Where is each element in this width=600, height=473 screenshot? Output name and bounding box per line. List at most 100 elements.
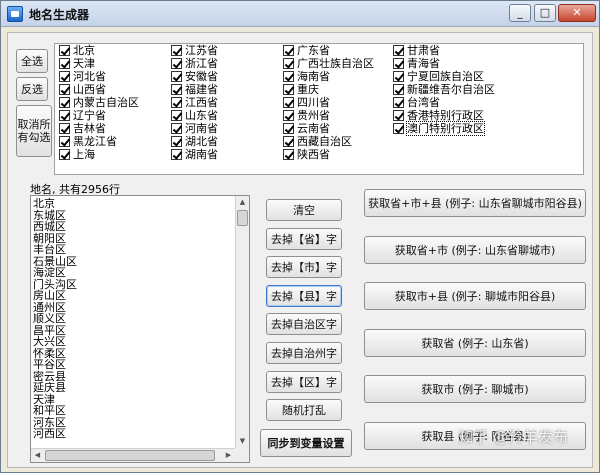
list-item[interactable]: 怀柔区 xyxy=(33,348,66,359)
shuffle-button[interactable]: 随机打乱 xyxy=(266,399,342,422)
remove-county-char-button[interactable]: 去掉【县】字 xyxy=(266,284,342,307)
checkbox-checked-icon[interactable] xyxy=(283,123,294,134)
checkbox-checked-icon[interactable] xyxy=(283,136,294,147)
checkbox-checked-icon[interactable] xyxy=(171,136,182,147)
scroll-left-icon[interactable]: ◀ xyxy=(31,449,44,462)
province-checkbox[interactable]: 澳门特别行政区 xyxy=(393,121,495,136)
province-checkbox[interactable]: 广西壮族自治区 xyxy=(283,57,374,70)
province-checkbox[interactable]: 上海 xyxy=(59,148,139,161)
clear-button[interactable]: 清空 xyxy=(266,199,342,221)
scroll-right-icon[interactable]: ▶ xyxy=(222,449,235,462)
province-checkbox[interactable]: 山西省 xyxy=(59,83,139,96)
checkbox-checked-icon[interactable] xyxy=(283,71,294,82)
province-checkbox[interactable]: 西藏自治区 xyxy=(283,135,374,148)
remove-province-char-button[interactable]: 去掉【省】字 xyxy=(266,227,342,250)
scroll-up-icon[interactable]: ▲ xyxy=(236,196,249,209)
list-item[interactable]: 东城区 xyxy=(33,210,66,221)
checkbox-checked-icon[interactable] xyxy=(283,45,294,56)
province-checkbox[interactable]: 重庆 xyxy=(283,83,374,96)
list-item[interactable]: 西城区 xyxy=(33,221,66,232)
list-item[interactable]: 密云县 xyxy=(33,371,66,382)
list-item[interactable]: 丰台区 xyxy=(33,244,66,255)
checkbox-checked-icon[interactable] xyxy=(59,123,70,134)
list-item[interactable]: 通州区 xyxy=(33,302,66,313)
get-city-button[interactable]: 获取市 (例子: 聊城市) xyxy=(364,375,586,403)
close-button[interactable]: ✕ xyxy=(558,4,596,22)
checkbox-checked-icon[interactable] xyxy=(283,110,294,121)
checkbox-checked-icon[interactable] xyxy=(171,149,182,160)
province-checkbox[interactable]: 广东省 xyxy=(283,44,374,57)
province-checkbox[interactable]: 北京 xyxy=(59,44,139,57)
province-checkbox[interactable]: 四川省 xyxy=(283,96,374,109)
clear-checks-button[interactable]: 取消所 有勾选 xyxy=(16,105,52,157)
province-checkbox[interactable]: 新疆维吾尔自治区 xyxy=(393,83,495,96)
checkbox-checked-icon[interactable] xyxy=(59,149,70,160)
list-item[interactable]: 海淀区 xyxy=(33,267,66,278)
province-checkbox[interactable]: 河南省 xyxy=(171,122,218,135)
checkbox-checked-icon[interactable] xyxy=(393,84,404,95)
checkbox-checked-icon[interactable] xyxy=(59,136,70,147)
province-checkbox[interactable]: 陕西省 xyxy=(283,148,374,161)
checkbox-checked-icon[interactable] xyxy=(59,84,70,95)
province-checkbox[interactable]: 河北省 xyxy=(59,70,139,83)
checkbox-checked-icon[interactable] xyxy=(59,97,70,108)
province-checkbox[interactable]: 青海省 xyxy=(393,57,495,70)
get-province-city-button[interactable]: 获取省+市 (例子: 山东省聊城市) xyxy=(364,235,586,264)
list-item[interactable]: 和平区 xyxy=(33,405,66,416)
maximize-button[interactable]: □ xyxy=(534,4,556,22)
get-city-county-button[interactable]: 获取市+县 (例子: 聊城市阳谷县) xyxy=(364,282,586,310)
checkbox-checked-icon[interactable] xyxy=(171,97,182,108)
list-item[interactable]: 河东区 xyxy=(33,417,66,428)
checkbox-checked-icon[interactable] xyxy=(393,110,404,121)
checkbox-checked-icon[interactable] xyxy=(171,123,182,134)
list-item[interactable]: 北京 xyxy=(33,198,55,209)
list-item[interactable]: 顺义区 xyxy=(33,313,66,324)
minimize-button[interactable]: _ xyxy=(509,4,531,22)
checkbox-checked-icon[interactable] xyxy=(171,110,182,121)
invert-selection-button[interactable]: 反选 xyxy=(16,77,48,101)
checkbox-checked-icon[interactable] xyxy=(393,71,404,82)
checkbox-checked-icon[interactable] xyxy=(59,110,70,121)
province-checkbox[interactable]: 甘肃省 xyxy=(393,44,495,57)
province-checkbox[interactable]: 台湾省 xyxy=(393,96,495,109)
checkbox-checked-icon[interactable] xyxy=(283,58,294,69)
province-checkbox[interactable]: 香港特别行政区 xyxy=(393,109,495,122)
province-checkbox[interactable]: 天津 xyxy=(59,57,139,70)
list-item[interactable]: 门头沟区 xyxy=(33,279,77,290)
province-checkbox[interactable]: 贵州省 xyxy=(283,109,374,122)
checkbox-checked-icon[interactable] xyxy=(59,71,70,82)
horizontal-scroll-thumb[interactable] xyxy=(45,450,215,461)
list-item[interactable]: 延庆县 xyxy=(33,382,66,393)
list-item[interactable]: 昌平区 xyxy=(33,325,66,336)
checkbox-checked-icon[interactable] xyxy=(393,97,404,108)
checkbox-checked-icon[interactable] xyxy=(59,58,70,69)
list-item[interactable]: 房山区 xyxy=(33,290,66,301)
vertical-scroll-thumb[interactable] xyxy=(237,210,248,226)
province-checkbox[interactable]: 海南省 xyxy=(283,70,374,83)
province-checkbox[interactable]: 宁夏回族自治区 xyxy=(393,70,495,83)
province-checkbox[interactable]: 吉林省 xyxy=(59,122,139,135)
checkbox-checked-icon[interactable] xyxy=(393,58,404,69)
list-item[interactable]: 天津 xyxy=(33,394,55,405)
checkbox-checked-icon[interactable] xyxy=(393,123,404,134)
sync-to-variables-button[interactable]: 同步到变量设置 xyxy=(260,429,352,457)
remove-autonomous-region-char-button[interactable]: 去掉自治区字 xyxy=(266,313,342,336)
province-checkbox[interactable]: 浙江省 xyxy=(171,57,218,70)
checkbox-checked-icon[interactable] xyxy=(171,71,182,82)
province-checkbox[interactable]: 湖南省 xyxy=(171,148,218,161)
province-checkbox[interactable]: 福建省 xyxy=(171,83,218,96)
province-checkbox[interactable]: 江西省 xyxy=(171,96,218,109)
title-bar[interactable]: 地名生成器 _ □ ✕ xyxy=(1,1,599,27)
remove-city-char-button[interactable]: 去掉【市】字 xyxy=(266,256,342,279)
get-province-button[interactable]: 获取省 (例子: 山东省) xyxy=(364,328,586,357)
checkbox-checked-icon[interactable] xyxy=(171,84,182,95)
province-checkbox[interactable]: 内蒙古自治区 xyxy=(59,96,139,109)
vertical-scrollbar[interactable]: ▲ ▼ xyxy=(235,196,249,448)
list-item[interactable]: 平谷区 xyxy=(33,359,66,370)
list-item[interactable]: 朝阳区 xyxy=(33,233,66,244)
scroll-down-icon[interactable]: ▼ xyxy=(236,435,249,448)
province-checkbox[interactable]: 黑龙江省 xyxy=(59,135,139,148)
checkbox-checked-icon[interactable] xyxy=(283,97,294,108)
checkbox-checked-icon[interactable] xyxy=(59,45,70,56)
checkbox-checked-icon[interactable] xyxy=(283,84,294,95)
